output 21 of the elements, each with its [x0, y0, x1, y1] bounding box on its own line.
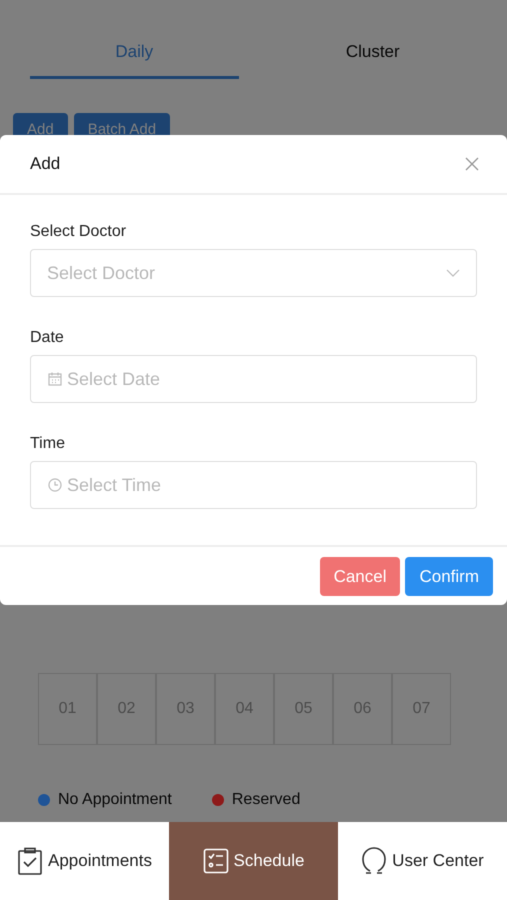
dialog-title: Add — [30, 154, 60, 174]
close-icon[interactable] — [465, 157, 479, 171]
tab[interactable]: Cluster — [268, 42, 477, 79]
select-field[interactable]: Select Doctor — [30, 249, 477, 297]
nav-tab[interactable]: Schedule — [169, 822, 338, 900]
clock-icon — [47, 477, 63, 493]
legend-label: No Appointment — [58, 791, 172, 809]
tab[interactable]: Daily — [30, 42, 238, 79]
field-label: Select Doctor — [30, 223, 128, 241]
field-label: Time — [30, 435, 66, 453]
checklist-icon — [202, 848, 229, 874]
clipboard-icon — [17, 847, 44, 875]
confirm-button[interactable]: Confirm — [405, 557, 493, 596]
input-field[interactable]: Select Time — [30, 461, 477, 509]
user-icon — [361, 847, 388, 875]
legend-label: Reserved — [232, 791, 300, 809]
calendar-icon — [47, 371, 63, 387]
field-label: Date — [30, 329, 65, 347]
input-field[interactable]: Select Date — [30, 355, 477, 403]
chevron-down-icon — [446, 269, 460, 277]
cancel-button[interactable]: Cancel — [320, 557, 400, 596]
